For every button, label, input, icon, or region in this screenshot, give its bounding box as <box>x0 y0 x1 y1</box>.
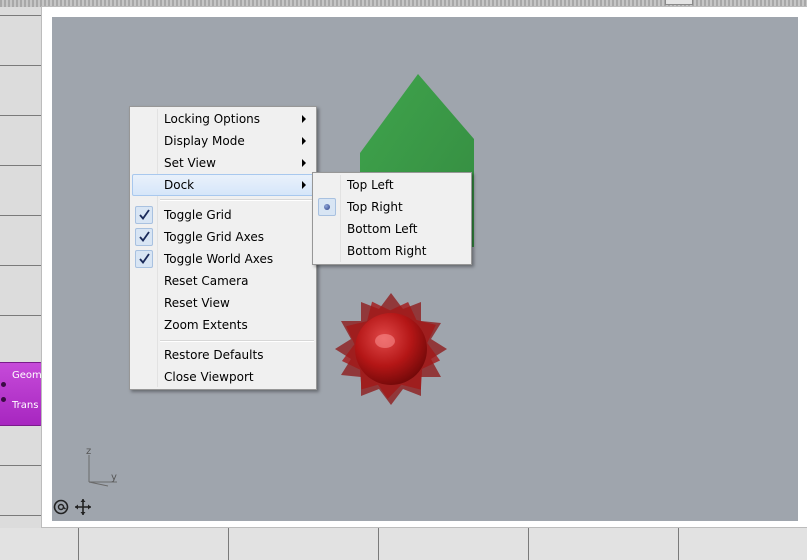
dock-item-bottom-left[interactable]: Bottom Left <box>315 218 469 240</box>
menu-item-label: Toggle Grid <box>164 208 232 222</box>
submenu-arrow-icon <box>302 181 306 189</box>
dock-item-top-right[interactable]: Top Right <box>315 196 469 218</box>
menu-item-label: Toggle World Axes <box>164 252 274 266</box>
dock-item-top-left[interactable]: Top Left <box>315 174 469 196</box>
submenu-arrow-icon <box>302 159 306 167</box>
radio-selected-icon <box>318 198 336 216</box>
menu-item-label: Top Right <box>347 200 403 214</box>
menu-item-label: Dock <box>164 178 195 192</box>
menu-item-label: Restore Defaults <box>164 348 264 362</box>
submenu-arrow-icon <box>302 115 306 123</box>
menu-item-label: Toggle Grid Axes <box>164 230 264 244</box>
menu-item-restore-defaults[interactable]: Restore Defaults <box>132 344 314 366</box>
menu-item-label: Display Mode <box>164 134 245 148</box>
input-grip-icon[interactable] <box>1 382 6 387</box>
orbit-icon[interactable] <box>53 499 69 515</box>
menu-item-label: Reset View <box>164 296 230 310</box>
menu-item-display-mode[interactable]: Display Mode <box>132 130 314 152</box>
top-strip-button[interactable] <box>665 0 693 5</box>
menu-separator <box>160 340 314 342</box>
menu-item-label: Reset Camera <box>164 274 249 288</box>
menu-item-locking-options[interactable]: Locking Options <box>132 108 314 130</box>
bottom-canvas-strip <box>0 528 807 560</box>
geometry-node[interactable]: Geom Trans <box>0 362 43 426</box>
menu-item-toggle-world-axes[interactable]: Toggle World Axes <box>132 248 314 270</box>
menu-item-label: Bottom Left <box>347 222 418 236</box>
dock-submenu: Top Left Top Right Bottom Left Bottom Ri… <box>312 172 472 265</box>
menu-item-set-view[interactable]: Set View <box>132 152 314 174</box>
axis-y-label: y <box>111 472 117 483</box>
viewport-context-menu: Locking Options Display Mode Set View Do… <box>129 106 317 390</box>
menu-item-toggle-grid-axes[interactable]: Toggle Grid Axes <box>132 226 314 248</box>
submenu-arrow-icon <box>302 137 306 145</box>
pan-icon[interactable] <box>74 498 92 516</box>
checkmark-icon <box>135 228 153 246</box>
menu-item-reset-camera[interactable]: Reset Camera <box>132 270 314 292</box>
menu-item-toggle-grid[interactable]: Toggle Grid <box>132 204 314 226</box>
checkmark-icon <box>135 206 153 224</box>
menu-item-label: Close Viewport <box>164 370 254 384</box>
node-input-label: Trans <box>12 400 39 411</box>
axis-z-label: z <box>86 446 91 457</box>
checkmark-icon <box>135 250 153 268</box>
input-grip-icon[interactable] <box>1 397 6 402</box>
menu-item-close-viewport[interactable]: Close Viewport <box>132 366 314 388</box>
menu-item-dock[interactable]: Dock <box>132 174 314 196</box>
menu-item-label: Top Left <box>347 178 394 192</box>
menu-item-label: Zoom Extents <box>164 318 248 332</box>
menu-separator <box>160 199 314 201</box>
red-mesh <box>335 293 447 405</box>
menu-item-label: Bottom Right <box>347 244 427 258</box>
menu-item-label: Set View <box>164 156 216 170</box>
menu-item-label: Locking Options <box>164 112 261 126</box>
world-axes-gizmo: z y <box>86 446 117 487</box>
menu-item-zoom-extents[interactable]: Zoom Extents <box>132 314 314 336</box>
menu-item-reset-view[interactable]: Reset View <box>132 292 314 314</box>
node-input-label: Geom <box>12 370 42 381</box>
dock-item-bottom-right[interactable]: Bottom Right <box>315 240 469 262</box>
